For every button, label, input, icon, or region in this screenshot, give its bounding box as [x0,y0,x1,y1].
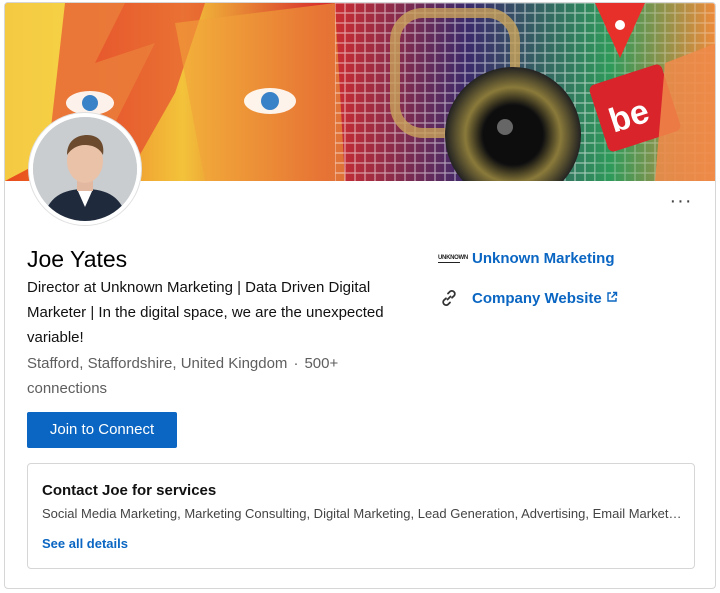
more-options-button[interactable]: ··· [669,191,693,211]
avatar [29,113,141,225]
services-section: Contact Joe for services Social Media Ma… [27,463,695,569]
profile-location: Stafford, Staffordshire, United Kingdom [27,355,288,372]
services-title: Contact Joe for services [42,482,217,499]
company-website-label: Company Website [472,289,602,307]
profile-photo [33,117,137,221]
see-all-details-link[interactable]: See all details [42,536,128,551]
company-logo-icon: UNKNOWN [437,246,468,270]
company-website-link[interactable]: Company Website [437,285,618,311]
profile-headline: Director at Unknown Marketing | Data Dri… [27,279,384,346]
company-logo-text: UNKNOWN [438,255,468,263]
company-link[interactable]: UNKNOWN Unknown Marketing [437,245,618,271]
external-link-icon [606,290,618,307]
company-link-label: Unknown Marketing [472,249,615,267]
separator-dot: · [293,355,299,372]
services-list: Social Media Marketing, Marketing Consul… [42,506,682,521]
link-icon [437,286,461,310]
profile-side-links: UNKNOWN Unknown Marketing Company Websit… [437,245,618,325]
join-to-connect-button[interactable]: Join to Connect [27,412,177,448]
profile-name: Joe Yates [27,246,128,272]
profile-card: be ··· Joe Yates Director at Unknown Mar… [4,2,716,589]
profile-location-line: Stafford, Staffordshire, United Kingdom ·… [27,351,387,401]
